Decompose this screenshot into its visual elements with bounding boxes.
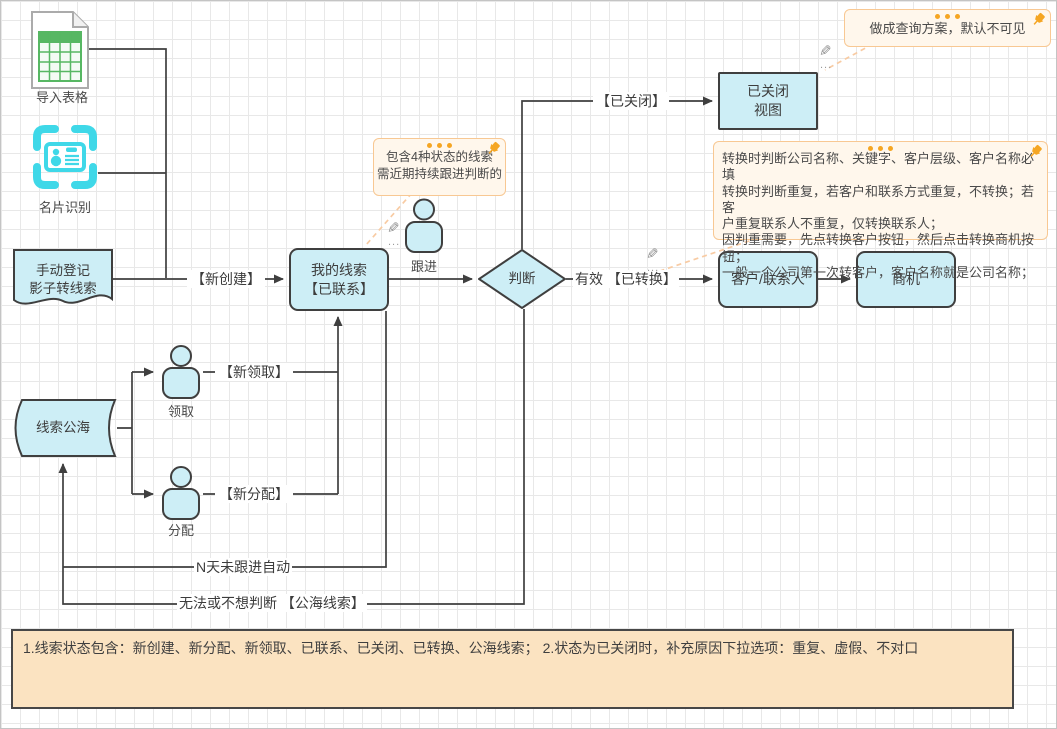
note-convert-rules-line: 因判重需要，先点转换客户按钮，然后点击转换商机按钮； — [722, 232, 1039, 265]
node-lead-pool[interactable]: 线索公海 — [9, 399, 117, 457]
note-convert-rules-line: 户重复联系人不重复，仅转换联系人； — [722, 216, 1039, 232]
claim-label: 领取 — [166, 404, 196, 419]
note-four-status-line2: 需近期持续跟进判断的 — [377, 166, 502, 183]
edge-label-cannot-judge[interactable]: 无法或不想判断 【公海线索】 — [177, 594, 367, 612]
more-dots-icon — [845, 10, 1050, 19]
closed-view-label-line2: 视图 — [754, 101, 782, 120]
node-assign[interactable] — [159, 466, 203, 521]
edge-label-closed[interactable]: 【已关闭】 — [593, 92, 669, 110]
note-four-status-line1: 包含4种状态的线索 — [377, 149, 502, 166]
edge-label-valid-converted[interactable]: 有效 【已转换】 — [573, 270, 679, 288]
pencil-dots-icon: ... — [388, 239, 400, 245]
import-table-label: 导入表格 — [34, 90, 90, 105]
node-manual-register[interactable]: 手动登记 影子转线索 — [13, 249, 113, 311]
card-scan-node[interactable] — [29, 121, 101, 193]
note-convert-rules-line: 转换时判断重复，若客户和联系方式重复，不转换；若客 — [722, 184, 1039, 217]
node-my-leads[interactable]: 我的线索 【已联系】 — [289, 248, 389, 311]
pencil-dots-icon: ... — [647, 265, 659, 271]
bottom-status-note[interactable]: 1.线索状态包含：新创建、新分配、新领取、已联系、已关闭、已转换、公海线索； 2… — [11, 629, 1014, 709]
person-icon — [159, 345, 203, 400]
pushpin-icon — [1028, 144, 1043, 159]
edge-judge-to-closedview[interactable] — [522, 101, 712, 249]
pencil-icon[interactable]: ✎ — [819, 45, 832, 59]
pushpin-icon — [1031, 12, 1046, 27]
follow-up-label: 跟进 — [409, 259, 439, 274]
node-follow-up[interactable] — [402, 198, 446, 254]
my-leads-label-line2: 【已联系】 — [304, 280, 374, 299]
diagram-canvas: 导入表格 名片识别 手动登记 影子转线索 我的线索 【已联系】 — [0, 0, 1057, 729]
more-dots-icon — [714, 142, 1047, 151]
note-convert-rules[interactable]: 转换时判断公司名称、关键字、客户层级、客户名称必填 转换时判断重复，若客户和联系… — [713, 141, 1048, 240]
person-icon — [402, 198, 446, 254]
edge-pool-split[interactable] — [117, 372, 132, 494]
document-shape — [13, 249, 113, 311]
edge-label-auto-n-days[interactable]: N天未跟进自动 — [194, 558, 292, 576]
assign-label: 分配 — [166, 523, 196, 538]
pushpin-icon — [486, 141, 501, 156]
pencil-icon[interactable]: ✎ — [646, 248, 659, 262]
edge-label-new-claimed[interactable]: 【新领取】 — [215, 363, 293, 381]
spreadsheet-file-icon — [31, 11, 89, 89]
import-table-node[interactable] — [31, 11, 89, 89]
closed-view-label-line1: 已关闭 — [747, 82, 789, 101]
node-claim[interactable] — [159, 345, 203, 400]
note-convert-rules-line: 一般一个公司第一次转客户，客户名称就是公司名称； — [722, 265, 1039, 281]
note-convert-rules-line: 转换时判断公司名称、关键字、客户层级、客户名称必填 — [722, 151, 1039, 184]
note-query-plan[interactable]: 做成查询方案，默认不可见 — [844, 9, 1051, 47]
person-icon — [159, 466, 203, 521]
my-leads-label-line1: 我的线索 — [311, 261, 367, 280]
stored-data-shape — [9, 399, 117, 457]
node-closed-view[interactable]: 已关闭 视图 — [718, 72, 818, 130]
bottom-status-note-text: 1.线索状态包含：新创建、新分配、新领取、已联系、已关闭、已转换、公海线索； 2… — [23, 640, 918, 656]
note-four-status[interactable]: 包含4种状态的线索 需近期持续跟进判断的 — [373, 138, 506, 196]
diamond-shape — [478, 249, 566, 309]
connector-note-queryplan — [825, 44, 873, 70]
pencil-dots-icon: ... — [820, 62, 832, 68]
card-scan-label: 名片识别 — [37, 200, 93, 215]
pencil-icon[interactable]: ✎ — [387, 222, 400, 236]
business-card-scan-icon — [29, 121, 101, 193]
node-judge[interactable]: 判断 — [478, 249, 566, 309]
edge-label-new-assigned[interactable]: 【新分配】 — [215, 485, 293, 503]
note-query-plan-text: 做成查询方案，默认不可见 — [845, 19, 1050, 41]
edge-label-new-created[interactable]: 【新创建】 — [187, 270, 265, 288]
